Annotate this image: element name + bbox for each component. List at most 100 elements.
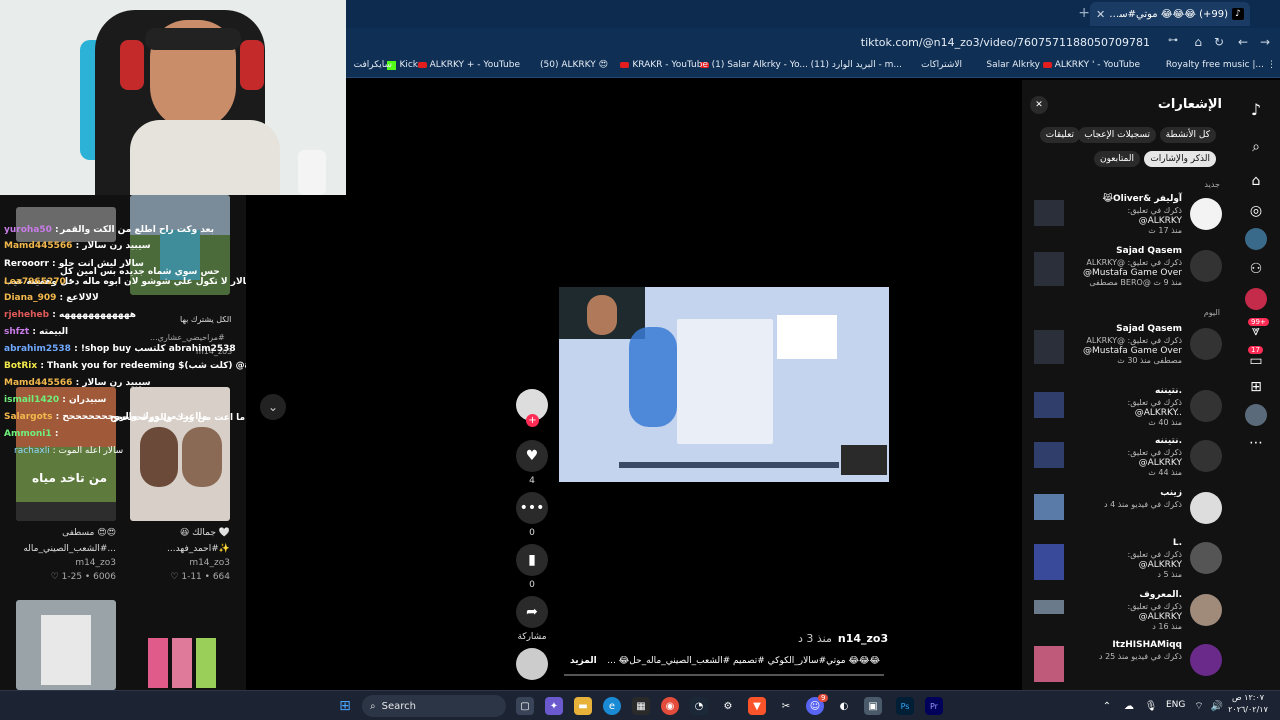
filter-comments[interactable]: تعليقات bbox=[1039, 127, 1080, 143]
tiktok-logo-icon[interactable]: ♪ bbox=[1245, 98, 1267, 120]
heart-icon: ♥ bbox=[525, 448, 539, 464]
music-disc-icon[interactable] bbox=[516, 648, 548, 680]
bookmark-4[interactable]: البريد الوارد (11) - m... bbox=[811, 60, 902, 70]
video-player[interactable] bbox=[559, 287, 889, 482]
chat-user: rachaxli bbox=[14, 446, 50, 456]
reload-icon[interactable]: ↻ bbox=[1214, 35, 1224, 49]
notification-item[interactable]: Sajad Qasem ذكرك في تعليق: @ALKRKY @Must… bbox=[1030, 324, 1226, 370]
app-icon[interactable]: ▣ bbox=[864, 697, 882, 715]
chat-user: BotRix bbox=[4, 361, 38, 371]
discord-badge: 9 bbox=[818, 694, 829, 702]
active-tab[interactable]: ♪ (99+) 😂😂😂 موتي#سالار_الكوكي ✕ bbox=[1090, 2, 1250, 26]
video-thumbnail bbox=[1034, 646, 1064, 682]
video-thumbnail[interactable] bbox=[16, 600, 116, 690]
share-label: مشاركة bbox=[517, 632, 547, 642]
upload-icon[interactable]: ⊞ bbox=[1245, 376, 1267, 398]
thumb-caption: الكل يشترك بها bbox=[180, 315, 232, 324]
clock-date[interactable]: ٢٠٢٦/٠٢/١٧ bbox=[1226, 705, 1270, 714]
store-icon[interactable]: ▦ bbox=[632, 697, 650, 715]
bookmark-5[interactable]: (1) Salar Alkrky - Yo... bbox=[699, 60, 808, 70]
site-info-icon[interactable]: ⊶ bbox=[1168, 35, 1178, 46]
close-notifications-button[interactable]: ✕ bbox=[1030, 96, 1048, 114]
bookmark-3[interactable]: الاشتراكات bbox=[921, 60, 962, 70]
follow-plus-icon[interactable]: + bbox=[526, 414, 539, 427]
filter-all[interactable]: كل الأنشطة bbox=[1159, 127, 1216, 143]
bookmark-10[interactable]: سايكرافت bbox=[354, 60, 392, 70]
video-thumbnail[interactable] bbox=[130, 387, 230, 521]
file-explorer-icon[interactable]: ▬ bbox=[574, 697, 592, 715]
bookmark-0[interactable]: Royalty free music |... bbox=[1166, 60, 1264, 70]
notification-item[interactable]: 😹Oliver& آوليفر ذكرك في تعليق: @ALKRKY م… bbox=[1030, 194, 1226, 240]
notification-item[interactable]: Sajad Qasem ذكرك في تعليق: @ALKRKY @Must… bbox=[1030, 246, 1226, 292]
explore-icon[interactable]: ◎ bbox=[1245, 200, 1267, 222]
search-icon[interactable]: ⌕ bbox=[1245, 136, 1267, 158]
home-icon[interactable]: ⌂ bbox=[1245, 170, 1267, 192]
filter-followers[interactable]: المتابعون bbox=[1093, 151, 1140, 167]
premiere-icon[interactable]: Pr bbox=[925, 697, 943, 715]
notification-item[interactable]: زينب ذكرك في فيديو منذ 4 د bbox=[1030, 488, 1226, 534]
bookmark-1[interactable]: ALKRKY ' - YouTube bbox=[1042, 60, 1140, 70]
obs-icon[interactable]: ◐ bbox=[835, 697, 853, 715]
copilot-icon[interactable]: ✦ bbox=[545, 697, 563, 715]
profile-icon[interactable] bbox=[1245, 404, 1267, 426]
chrome-icon[interactable]: ◉ bbox=[661, 697, 679, 715]
steam-icon[interactable]: ◔ bbox=[690, 697, 708, 715]
network-icon[interactable]: ⌔ bbox=[1190, 697, 1208, 715]
avatar bbox=[1190, 328, 1222, 360]
webcam-feed bbox=[0, 0, 346, 195]
comment-button[interactable]: ••• bbox=[516, 492, 548, 524]
notification-item[interactable]: نتيننه. ذكرك في تعليق: @ALKRKY.. منذ 40 … bbox=[1030, 386, 1226, 432]
capcut-icon[interactable]: ✂ bbox=[777, 697, 795, 715]
forward-icon[interactable]: → bbox=[1260, 35, 1270, 49]
like-button[interactable]: ♥ bbox=[516, 440, 548, 472]
avatar bbox=[1190, 644, 1222, 676]
filter-mentions[interactable]: الذكر والإشارات bbox=[1144, 151, 1216, 167]
taskbar-search[interactable]: ⌕ Search bbox=[362, 695, 506, 717]
volume-icon[interactable]: 🔊 bbox=[1208, 697, 1226, 715]
video-author[interactable]: n14_zo3 bbox=[838, 632, 888, 645]
close-tab-icon[interactable]: ✕ bbox=[1096, 8, 1105, 21]
bookmark-6[interactable]: KRAKR - YouTube bbox=[620, 60, 708, 70]
bookmark-9[interactable]: Kick bbox=[387, 60, 418, 70]
bookmark-7[interactable]: (50) ALKRKY 😍 bbox=[540, 60, 608, 70]
scroll-down-button[interactable]: ⌄ bbox=[260, 394, 286, 420]
home-icon[interactable]: ⌂ bbox=[1194, 35, 1202, 49]
more-link[interactable]: المزيد bbox=[570, 656, 601, 666]
notification-item[interactable]: ItzHISHAMiqq ذكرك في فيديو منذ 25 د bbox=[1030, 640, 1226, 682]
cloud-icon[interactable]: ☁ bbox=[1120, 697, 1138, 715]
bookmark-more-icon[interactable]: ⋮ bbox=[1267, 60, 1276, 70]
notification-item[interactable]: المعروف. ذكرك في تعليق: @ALKRKY منذ 16 د bbox=[1030, 590, 1226, 636]
windows-start-icon[interactable]: ⊞ bbox=[336, 697, 354, 715]
chat-line: ismail1420 : سبيدران bbox=[4, 395, 107, 405]
bookmark-8[interactable]: ALKRKY + - YouTube bbox=[417, 60, 520, 70]
share-button[interactable]: ➦ bbox=[516, 596, 548, 628]
brave-icon[interactable]: ▼ bbox=[748, 697, 766, 715]
live-avatar-icon[interactable] bbox=[1245, 228, 1267, 250]
video-thumbnail bbox=[1034, 600, 1064, 614]
back-icon[interactable]: ← bbox=[1238, 35, 1248, 49]
new-tab-button[interactable]: + bbox=[1078, 5, 1090, 21]
notification-item[interactable]: نتيننه. ذكرك في تعليق: @ALKRKY منذ 44 ث bbox=[1030, 436, 1226, 482]
edge-icon[interactable]: e bbox=[603, 697, 621, 715]
language-indicator[interactable]: ENG bbox=[1166, 700, 1185, 710]
clock-time[interactable]: ١٢:٠٧ ص bbox=[1230, 693, 1266, 702]
tray-chevron-icon[interactable]: ⌃ bbox=[1098, 697, 1116, 715]
section-new: جديد bbox=[1204, 180, 1220, 189]
streamer-cam-inset bbox=[559, 287, 645, 339]
thumb-user: m14_zo3 bbox=[75, 558, 116, 568]
notification-item[interactable]: L. ذكرك في تعليق: @ALKRKY منذ 5 د bbox=[1030, 538, 1226, 584]
progress-track[interactable] bbox=[564, 674, 884, 676]
save-button[interactable]: ▮ bbox=[516, 544, 548, 576]
chat-line: BotRix : Thank you for redeeming $(كلت ش… bbox=[4, 361, 246, 371]
settings-icon[interactable]: ⚙ bbox=[719, 697, 737, 715]
task-view-icon[interactable]: ▢ bbox=[516, 697, 534, 715]
filter-likes[interactable]: تسجيلات الإعجاب bbox=[1078, 127, 1156, 143]
bookmark-2[interactable]: Salar Alkrky bbox=[986, 60, 1040, 70]
following-icon[interactable]: ⚇ bbox=[1245, 258, 1267, 280]
video-thumbnail[interactable] bbox=[130, 600, 230, 690]
url-field[interactable]: tiktok.com/@n14_zo3/video/76075711880507… bbox=[861, 36, 1150, 49]
more-icon[interactable]: ⋯ bbox=[1245, 432, 1267, 454]
friends-icon[interactable] bbox=[1245, 288, 1267, 310]
microphone-icon[interactable]: 🎙 bbox=[1142, 697, 1160, 715]
photoshop-icon[interactable]: Ps bbox=[896, 697, 914, 715]
